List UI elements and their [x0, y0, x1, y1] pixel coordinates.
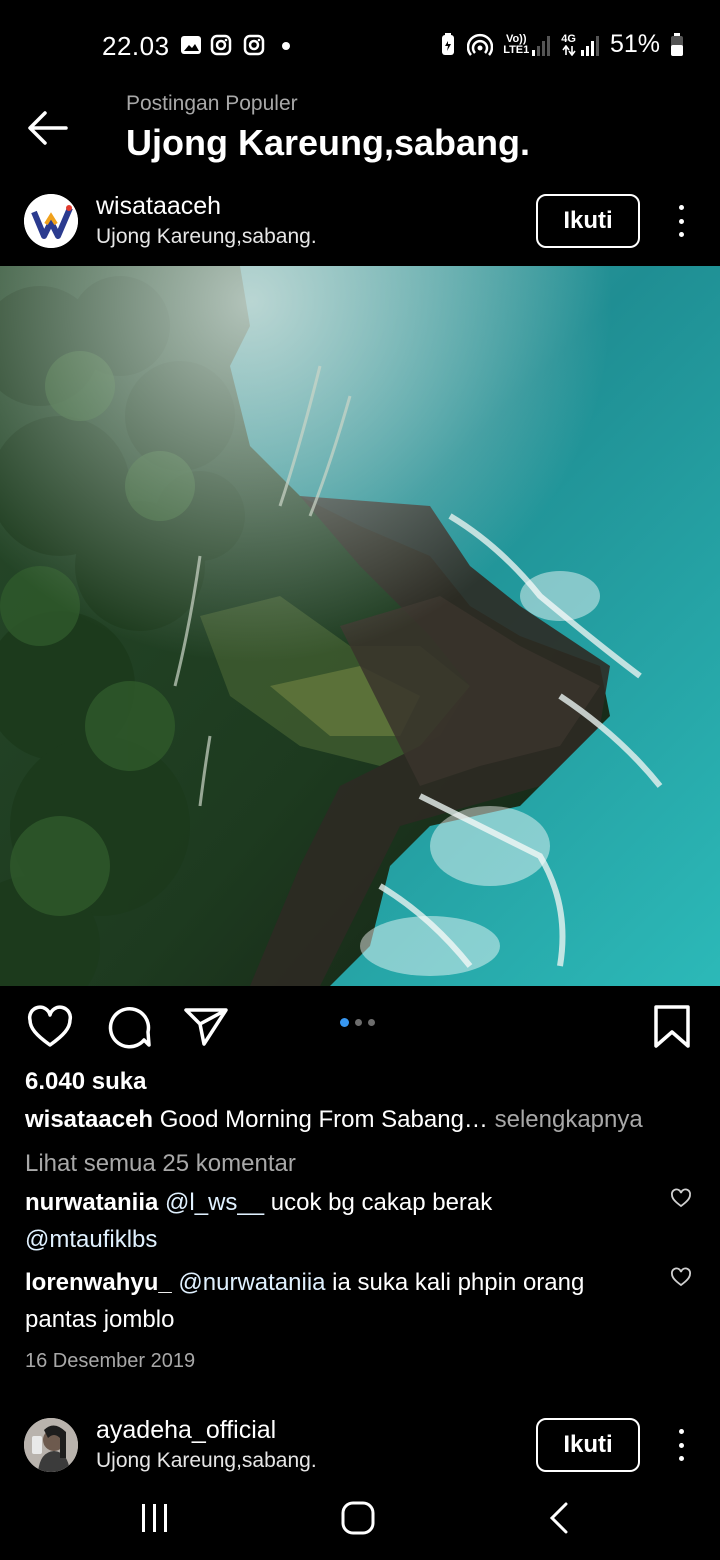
avatar[interactable]: [24, 194, 78, 248]
like-button[interactable]: [26, 1004, 74, 1050]
comment-button[interactable]: [104, 1004, 152, 1050]
status-right-cluster: Vo)) LTE1 4G 51%: [439, 30, 684, 59]
follow-button[interactable]: Ikuti: [536, 194, 640, 248]
recent-apps-button[interactable]: [130, 1490, 180, 1550]
instagram-notification-icon: [210, 33, 232, 57]
comment-mention[interactable]: @mtaufiklbs: [25, 1226, 157, 1253]
dot-icon: [678, 1429, 684, 1434]
home-icon: [341, 1501, 375, 1535]
battery-saver-icon: [442, 32, 455, 55]
comment-like-button[interactable]: [670, 1267, 692, 1287]
coastline-photo: [0, 266, 720, 986]
carousel-dot-active: [340, 1018, 349, 1027]
comment-username[interactable]: lorenwahyu_: [25, 1269, 172, 1296]
dot-icon: [678, 205, 684, 210]
post-username[interactable]: wisataaceh: [96, 192, 221, 221]
back-button[interactable]: [26, 108, 70, 148]
dot-icon: [678, 218, 684, 224]
battery-icon: [671, 32, 683, 56]
comment-username[interactable]: nurwataniia: [25, 1189, 158, 1216]
post-location[interactable]: Ujong Kareung,sabang.: [96, 225, 317, 249]
share-button[interactable]: [182, 1004, 230, 1050]
system-back-button[interactable]: [536, 1490, 586, 1550]
comment-bubble-icon: [108, 1007, 151, 1049]
dot-icon: [678, 1456, 684, 1461]
signal-icon: [580, 35, 599, 56]
next-post-username[interactable]: ayadeha_official: [96, 1416, 276, 1445]
recent-apps-icon: [142, 1504, 167, 1532]
heart-icon: [671, 1267, 691, 1287]
comment-mention[interactable]: @nurwataniia: [178, 1269, 325, 1296]
wisataaceh-logo-icon: [24, 194, 78, 248]
data-arrows-icon: [561, 44, 576, 56]
post-photo[interactable]: [0, 266, 720, 986]
gallery-notification-icon: [180, 33, 202, 57]
caption-username[interactable]: wisataaceh: [25, 1106, 153, 1133]
send-icon: [184, 1008, 228, 1046]
dot-icon: [678, 232, 684, 237]
next-post-follow-button[interactable]: Ikuti: [536, 1418, 640, 1472]
carousel-indicator: [340, 1018, 375, 1027]
comment-item: nurwataniia @l_ws__ ucok bg cakap berak …: [25, 1184, 645, 1258]
caption: wisataaceh Good Morning From Sabang… sel…: [25, 1106, 705, 1134]
4g-signal: 4G: [561, 32, 600, 56]
comment-item: lorenwahyu_ @nurwataniia ia suka kali ph…: [25, 1264, 645, 1338]
next-post-more-options-button[interactable]: [671, 1425, 691, 1465]
more-notifications-dot: [282, 42, 290, 50]
comment-text: ia suka kali phpin orang: [332, 1269, 585, 1296]
comment-like-button[interactable]: [670, 1188, 692, 1208]
comment-mention[interactable]: @l_ws__: [165, 1189, 264, 1216]
page-title: Ujong Kareung,sabang.: [126, 122, 531, 163]
carousel-dot: [368, 1019, 375, 1026]
4g-label: 4G: [561, 32, 576, 45]
avatar[interactable]: [24, 1418, 78, 1472]
bookmark-icon: [654, 1005, 690, 1048]
user-photo-icon: [24, 1418, 78, 1472]
volte-signal: Vo)) LTE1: [503, 32, 551, 56]
dot-icon: [678, 1442, 684, 1448]
chevron-left-icon: [549, 1502, 568, 1534]
status-bar: 22.03 Vo)) LTE1 4G 51%: [0, 0, 720, 92]
signal-weak-icon: [532, 35, 551, 56]
battery-percent: 51%: [609, 30, 660, 58]
instagram-notification-icon-2: [243, 33, 265, 57]
volte-label: Vo)): [505, 32, 527, 45]
post-date: 16 Desember 2019: [25, 1350, 196, 1372]
header-subtitle: Postingan Populer: [126, 92, 298, 115]
save-button[interactable]: [648, 1004, 696, 1050]
hotspot-icon: [467, 33, 494, 56]
back-arrow-icon: [28, 111, 68, 145]
lte-label: LTE1: [503, 43, 530, 56]
more-options-button[interactable]: [671, 201, 691, 241]
view-all-comments-link[interactable]: Lihat semua 25 komentar: [25, 1150, 296, 1178]
heart-icon: [27, 1005, 73, 1047]
caption-text: Good Morning From Sabang…: [159, 1106, 488, 1133]
caption-more-link[interactable]: selengkapnya: [495, 1106, 643, 1133]
next-post-location[interactable]: Ujong Kareung,sabang.: [96, 1449, 317, 1473]
comment-text: ucok bg cakap berak: [270, 1189, 493, 1216]
comment-text-continued: pantas jomblo: [25, 1306, 175, 1333]
heart-icon: [671, 1188, 691, 1208]
likes-count[interactable]: 6.040 suka: [25, 1068, 146, 1096]
home-button[interactable]: [334, 1490, 384, 1550]
carousel-dot: [355, 1019, 362, 1026]
status-time: 22.03: [102, 31, 170, 61]
